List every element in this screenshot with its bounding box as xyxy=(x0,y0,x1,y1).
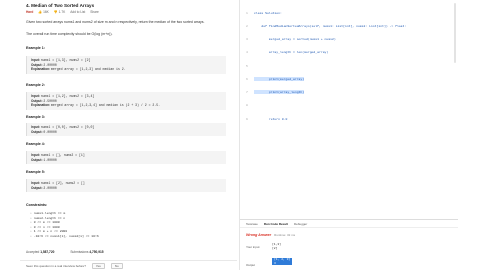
example-header: Example 4: xyxy=(26,142,45,146)
output-label: Output xyxy=(246,263,256,267)
problem-complexity: The overall run time complexity should b… xyxy=(26,32,113,36)
constraints-list: nums1.length == m nums2.length == n 0 <=… xyxy=(30,211,99,239)
constraint-item: -10^6 <= nums1[i], nums2[i] <= 10^6 xyxy=(30,234,99,239)
example-header: Example 1: xyxy=(26,46,45,50)
editor-panel: 1 class Solution: 2 def findMedianSortedA… xyxy=(239,0,459,270)
example-box: Input: nums1 = [2], nums2 = [] Output: 2… xyxy=(26,179,226,193)
code-line: 6 print(merged_array) xyxy=(246,76,305,81)
right-margin xyxy=(458,0,480,270)
runtime-text: Runtime: 32 ms xyxy=(274,233,296,237)
code-editor[interactable]: 1 class Solution: 2 def findMedianSortedA… xyxy=(246,2,456,130)
difficulty-badge: Hard xyxy=(26,10,34,14)
dislike-button[interactable]: 👎 1.7K xyxy=(54,10,65,14)
problem-title: 4. Median of Two Sorted Arrays xyxy=(26,3,95,8)
problem-description: Given two sorted arrays nums1 and nums2 … xyxy=(26,20,205,24)
example-header: Example 3: xyxy=(26,115,45,119)
problem-meta: Hard 👍 16K 👎 1.7K Add to List Share xyxy=(26,10,99,14)
input-value: [1,3] [2] xyxy=(272,243,282,250)
example-header: Example 5: xyxy=(26,170,45,174)
interview-prompt-bar: Seen this question in a real interview b… xyxy=(20,260,237,270)
code-line: 8 xyxy=(246,103,248,108)
code-line: 2 def findMedianSortedArrays(self, nums1… xyxy=(246,24,407,29)
screen: 4. Median of Two Sorted Arrays Hard 👍 16… xyxy=(0,0,480,270)
console-tabs: Testcase Run Code Result Debugger xyxy=(240,219,459,228)
code-line: 5 xyxy=(246,63,248,68)
yes-button[interactable]: Yes xyxy=(91,262,105,269)
tab-debugger[interactable]: Debugger xyxy=(294,222,307,226)
example-box: Input: nums1 = [1,3], nums2 = [2] Output… xyxy=(26,56,226,74)
example-header: Example 2: xyxy=(26,83,45,87)
submission-stats: Accepted 1,587,720 Submissions 4,750,915 xyxy=(26,250,104,254)
result-status: Wrong Answer Runtime: 32 ms xyxy=(246,233,296,237)
code-line: 9 return 0.0 xyxy=(246,116,288,121)
submissions-count: 4,750,915 xyxy=(89,250,104,254)
code-line: 3 merged_array = sorted(nums1 + nums2) xyxy=(246,37,336,42)
tab-run-code-result[interactable]: Run Code Result xyxy=(264,222,288,226)
example-box: Input: nums1 = [1,2], nums2 = [3,4] Outp… xyxy=(26,92,226,110)
interview-prompt: Seen this question in a real interview b… xyxy=(26,263,86,268)
add-to-list-button[interactable]: Add to List xyxy=(70,10,85,14)
editor-scrollbar[interactable] xyxy=(454,3,456,63)
no-button[interactable]: No xyxy=(110,262,123,269)
input-label: Your input xyxy=(246,245,260,249)
share-button[interactable]: Share xyxy=(90,10,99,14)
code-line: 4 array_length = len(merged_array) xyxy=(246,50,329,55)
example-box: Input: nums1 = [0,0], nums2 = [0,0] Outp… xyxy=(26,123,226,137)
like-button[interactable]: 👍 16K xyxy=(38,10,49,14)
left-margin xyxy=(0,0,20,270)
stdout-value: [1, 2, 3] 3 xyxy=(272,258,293,266)
accepted-count: 1,587,720 xyxy=(40,250,55,254)
problem-panel: 4. Median of Two Sorted Arrays Hard 👍 16… xyxy=(20,0,237,270)
tab-testcase[interactable]: Testcase xyxy=(246,222,258,226)
code-line: 7 print(array_length) xyxy=(246,90,305,95)
example-box: Input: nums1 = [], nums2 = [1] Output: 1… xyxy=(26,151,226,165)
constraints-header: Constraints: xyxy=(26,203,48,207)
code-line: 1 class Solution: xyxy=(246,10,282,15)
